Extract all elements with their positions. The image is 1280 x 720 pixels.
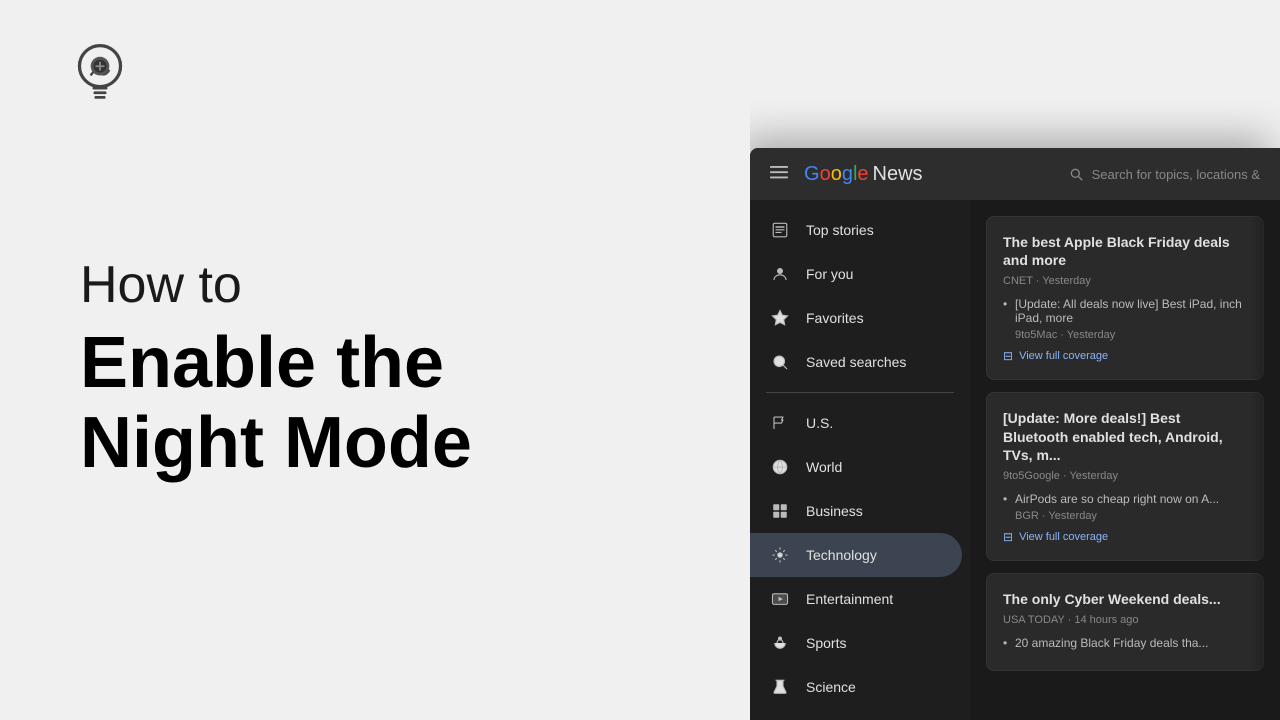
- browser-window: Google News Search for topics, locations…: [750, 148, 1280, 720]
- enable-label: Enable the: [80, 324, 690, 403]
- business-icon: [770, 501, 790, 521]
- news-bullet-3: 20 amazing Black Friday deals tha...: [1003, 636, 1247, 650]
- lightbulb-icon: [70, 40, 130, 110]
- favorites-label: Favorites: [806, 310, 864, 326]
- top-bar: Google News Search for topics, locations…: [750, 148, 1280, 200]
- sidebar-item-us[interactable]: U.S.: [750, 401, 962, 445]
- saved-searches-label: Saved searches: [806, 354, 906, 370]
- view-coverage-2[interactable]: ⊟ View full coverage: [1003, 530, 1247, 544]
- main-content: Top stories For you Favorites: [750, 200, 1280, 720]
- search-area[interactable]: Search for topics, locations &: [1068, 166, 1260, 182]
- saved-search-icon: [770, 352, 790, 372]
- news-card-3[interactable]: The only Cyber Weekend deals... USA TODA…: [986, 573, 1264, 671]
- business-label: Business: [806, 503, 863, 519]
- news-bullet-source-2: BGR · Yesterday: [1003, 510, 1247, 522]
- google-news-logo: Google News: [804, 163, 923, 186]
- us-label: U.S.: [806, 415, 833, 431]
- for-you-label: For you: [806, 266, 853, 282]
- news-source-1: CNET · Yesterday: [1003, 275, 1247, 287]
- technology-label: Technology: [806, 547, 877, 563]
- left-panel: How to Enable the Night Mode: [0, 0, 750, 720]
- sidebar-item-sports[interactable]: Sports: [750, 621, 962, 665]
- tutorial-text: How to Enable the Night Mode: [80, 257, 690, 483]
- sidebar-item-science[interactable]: Science: [750, 665, 962, 709]
- entertainment-icon: [770, 589, 790, 609]
- sidebar-item-technology[interactable]: Technology: [750, 533, 962, 577]
- world-label: World: [806, 459, 842, 475]
- person-icon: [770, 264, 790, 284]
- sidebar-item-health[interactable]: Health: [750, 709, 962, 720]
- sidebar-item-entertainment[interactable]: Entertainment: [750, 577, 962, 621]
- entertainment-label: Entertainment: [806, 591, 893, 607]
- news-source-3: USA TODAY · 14 hours ago: [1003, 614, 1247, 626]
- sidebar-item-business[interactable]: Business: [750, 489, 962, 533]
- bg-overlay: [750, 0, 1280, 148]
- sidebar: Top stories For you Favorites: [750, 200, 970, 720]
- how-to-label: How to: [80, 257, 690, 314]
- sports-label: Sports: [806, 635, 846, 651]
- news-title-1: The best Apple Black Friday deals and mo…: [1003, 233, 1247, 269]
- sidebar-divider: [766, 392, 954, 393]
- science-label: Science: [806, 679, 856, 695]
- news-content: The best Apple Black Friday deals and mo…: [970, 200, 1280, 720]
- search-icon: [1068, 166, 1084, 182]
- sidebar-item-top-stories[interactable]: Top stories: [750, 208, 962, 252]
- sidebar-item-for-you[interactable]: For you: [750, 252, 962, 296]
- view-coverage-1[interactable]: ⊟ View full coverage: [1003, 349, 1247, 363]
- coverage-icon-1: ⊟: [1003, 349, 1013, 363]
- globe-icon: [770, 457, 790, 477]
- search-placeholder: Search for topics, locations &: [1092, 167, 1260, 182]
- sidebar-item-world[interactable]: World: [750, 445, 962, 489]
- news-card-2[interactable]: [Update: More deals!] Best Bluetooth ena…: [986, 392, 1264, 561]
- sports-icon: [770, 633, 790, 653]
- sidebar-item-saved-searches[interactable]: Saved searches: [750, 340, 962, 384]
- logo-area: [70, 40, 130, 110]
- news-bullet-2: AirPods are so cheap right now on A...: [1003, 492, 1247, 506]
- star-icon: [770, 308, 790, 328]
- news-bullet-source-1: 9to5Mac · Yesterday: [1003, 329, 1247, 341]
- top-stories-label: Top stories: [806, 222, 874, 238]
- coverage-icon-2: ⊟: [1003, 530, 1013, 544]
- menu-icon[interactable]: [770, 163, 788, 186]
- right-panel: Google News Search for topics, locations…: [750, 0, 1280, 720]
- news-title-3: The only Cyber Weekend deals...: [1003, 590, 1247, 608]
- news-card-1[interactable]: The best Apple Black Friday deals and mo…: [986, 216, 1264, 380]
- sidebar-item-favorites[interactable]: Favorites: [750, 296, 962, 340]
- flag-icon: [770, 413, 790, 433]
- news-source-2: 9to5Google · Yesterday: [1003, 470, 1247, 482]
- science-icon: [770, 677, 790, 697]
- technology-icon: [770, 545, 790, 565]
- night-mode-label: Night Mode: [80, 404, 690, 483]
- news-label: News: [873, 163, 923, 186]
- news-title-2: [Update: More deals!] Best Bluetooth ena…: [1003, 409, 1247, 464]
- news-bullet-1: [Update: All deals now live] Best iPad, …: [1003, 297, 1247, 325]
- newspaper-icon: [770, 220, 790, 240]
